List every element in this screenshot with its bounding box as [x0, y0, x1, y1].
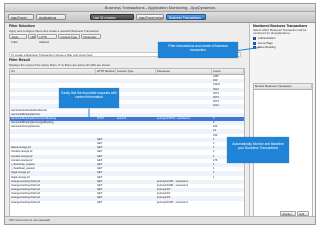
- table-body: 4487 103 10017 4014 2073 2073 2073 1021/service…: [10, 75, 244, 205]
- uri-filter-chip[interactable]: URI: [28, 34, 36, 39]
- content-type-filter-chip[interactable]: Content Type: [58, 34, 80, 39]
- callout-filter-transactions: Filter transactions and create a Busines…: [158, 42, 238, 58]
- column-count[interactable]: Count: [212, 69, 244, 74]
- result-count-label: UPI rows found (1 row selected): [9, 218, 51, 222]
- time-filter-dropdown[interactable]: Last 30 minutes: [90, 14, 134, 20]
- toolbar: easyTravel Applications Last 30 minutes …: [5, 12, 315, 23]
- status-bar: UPI rows found (1 row selected): [5, 216, 315, 224]
- checkbox-authentication[interactable]: [253, 37, 256, 40]
- monitored-transactions-panel: Monitored Business Transactions Select w…: [249, 23, 315, 224]
- app-dropdown[interactable]: easyTravel: [8, 14, 34, 20]
- filter-result-table: Uri HTTP Method Content Type Parameter C…: [9, 68, 245, 218]
- cell-parameter: journeyId=281 ; success=1: [157, 200, 189, 204]
- business-transactions-tab[interactable]: Business Transactions: [166, 14, 206, 20]
- filter-result-description: Displays the result of the active filter…: [9, 63, 111, 67]
- parameter-filter-chip[interactable]: Parameter: [81, 34, 101, 39]
- option-authentication-label: Authentication: [258, 36, 276, 40]
- title-bar: Business Transactions - Application Moni…: [5, 4, 315, 19]
- monitored-description: Select which Business Transaction will b…: [253, 28, 307, 36]
- http-method-filter-chip[interactable]: HTTP Method: [37, 34, 57, 44]
- checkbox-home-page[interactable]: [253, 41, 256, 45]
- filter-selection-heading: Filter Selection: [9, 24, 35, 28]
- cell-uri: /orange-booking-finish.jsf: [11, 200, 40, 204]
- column-parameter[interactable]: Parameter: [156, 69, 212, 74]
- callout-arrow-explore: [88, 108, 90, 119]
- monitored-table-header: Monitor Business Transaction: [254, 84, 312, 90]
- cell-content-type: [116, 201, 156, 205]
- table-row[interactable]: /orange-booking-finish.jsf GET journeyId=2…: [10, 201, 244, 205]
- apply-filter-chip[interactable]: Apply Filter: [9, 34, 27, 44]
- column-content-type[interactable]: Content Type: [116, 69, 156, 74]
- column-monitor-business-transaction[interactable]: Monitor Business Transaction: [254, 84, 312, 89]
- cell-count: [212, 201, 244, 205]
- column-uri[interactable]: Uri: [10, 69, 96, 74]
- app-window: Business Transactions - Application Moni…: [4, 3, 316, 225]
- column-http-method[interactable]: HTTP Method: [96, 69, 116, 74]
- server-dropdown[interactable]: easyTravel server: [136, 14, 164, 20]
- callout-easily-find: Easily find the important requests with …: [59, 88, 119, 108]
- applications-button[interactable]: Applications: [36, 14, 66, 20]
- filter-selection-description: Apply and configure filters and create a…: [9, 29, 99, 33]
- cell-http-method: GET: [97, 200, 103, 204]
- window-title: Business Transactions - Application Moni…: [104, 5, 216, 10]
- callout-monitor-baseline: Automatically Monitor and Baseline your …: [227, 137, 289, 163]
- option-store-booking-label: Store Booking: [258, 45, 276, 49]
- filter-result-heading: Filter Result: [9, 58, 30, 62]
